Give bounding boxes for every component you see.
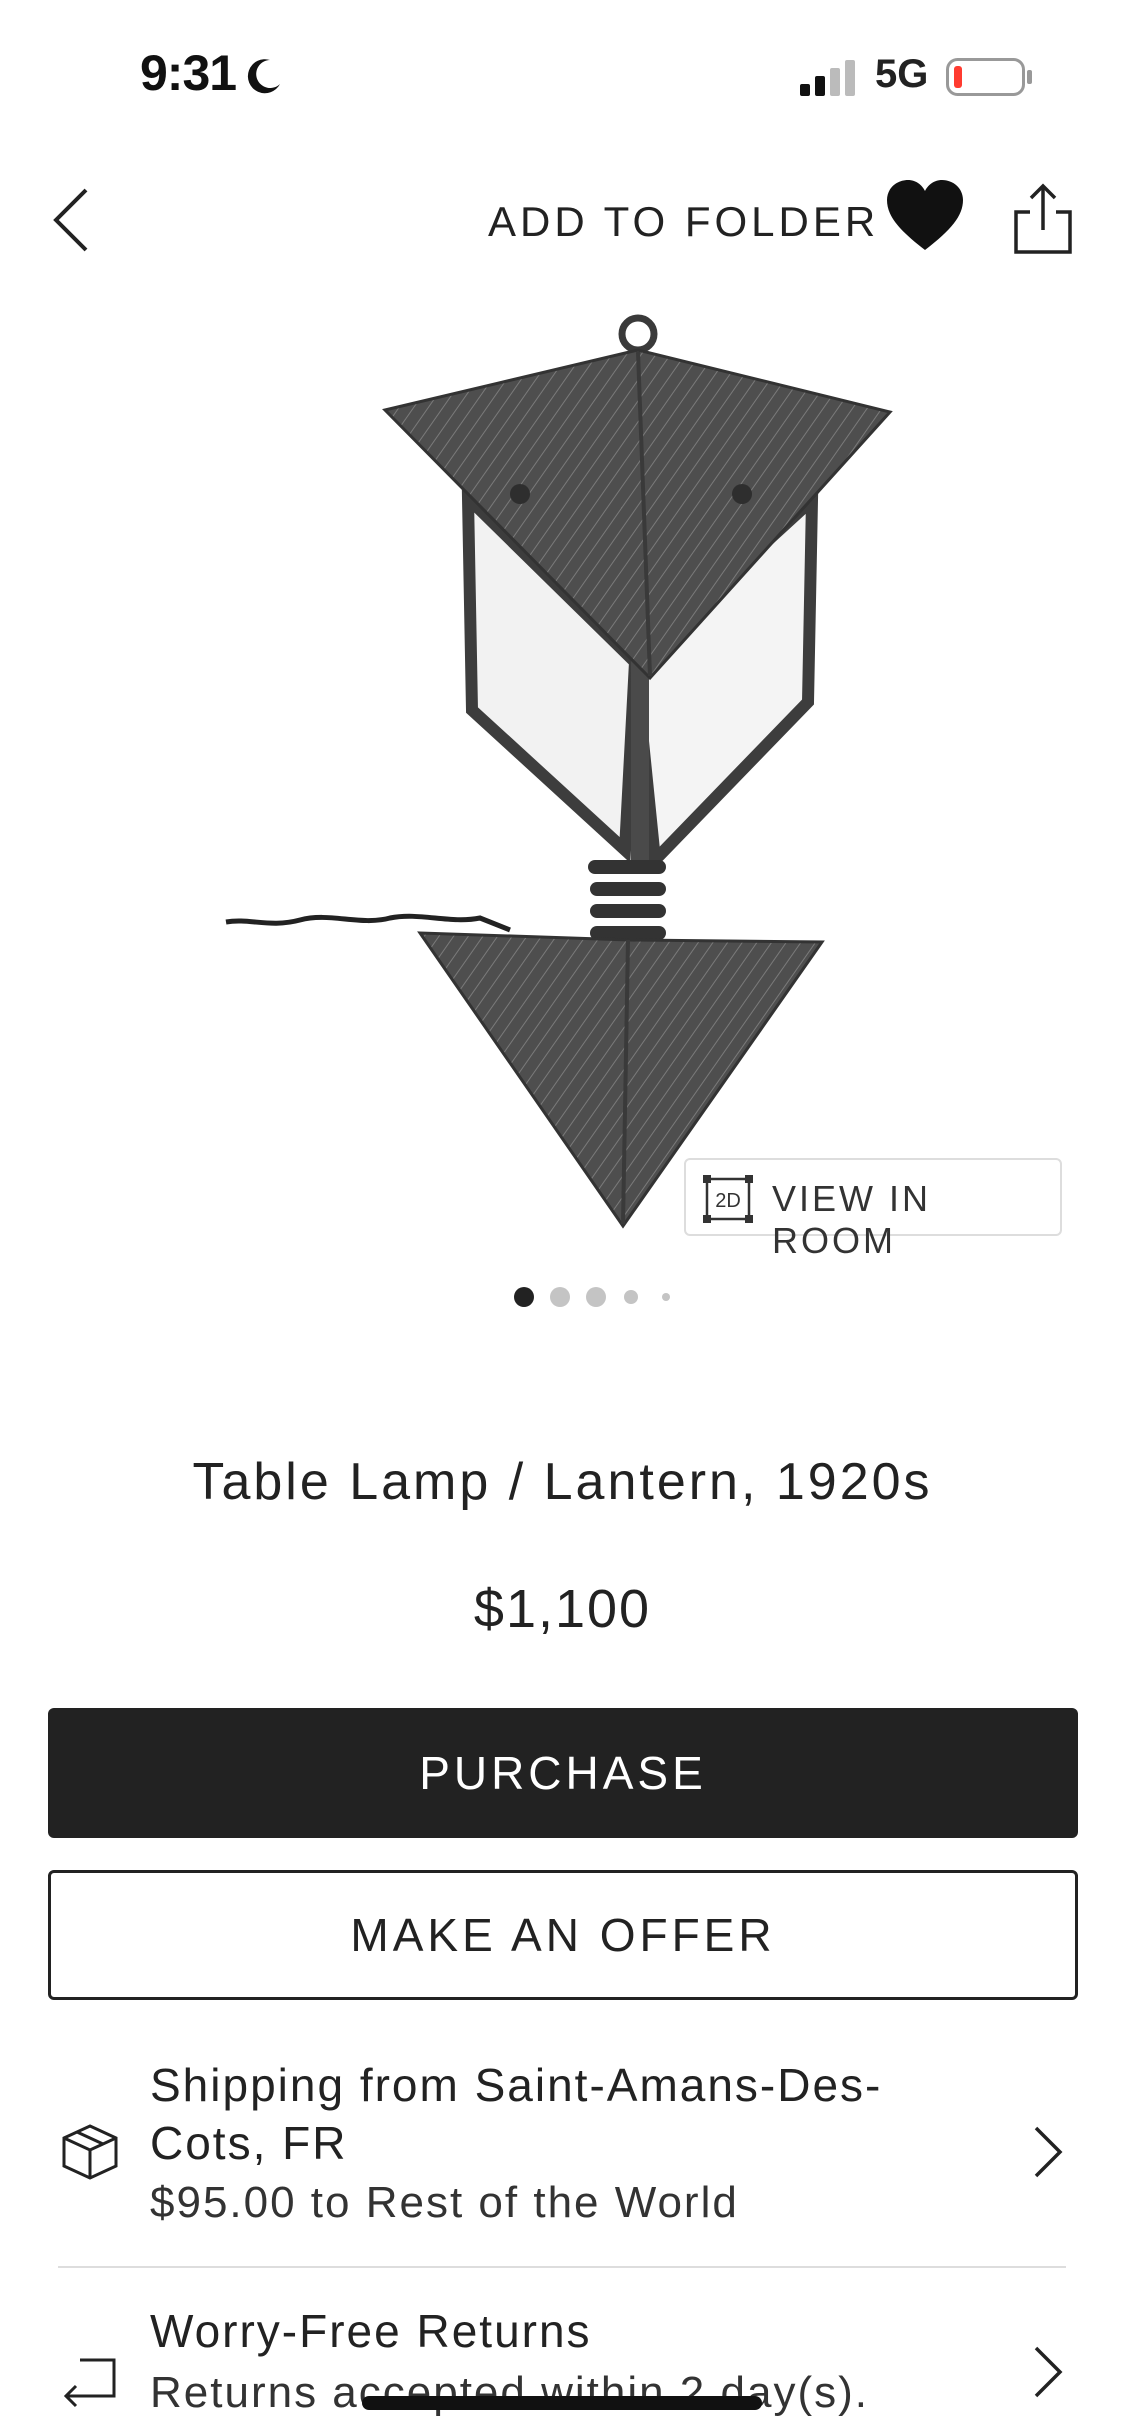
purchase-button[interactable]: PURCHASE [48,1708,1078,1838]
share-icon [1014,183,1072,254]
share-button[interactable] [1012,182,1074,256]
carousel-dot[interactable] [514,1287,534,1307]
make-offer-button[interactable]: MAKE AN OFFER [48,1870,1078,2000]
favorite-button[interactable] [885,178,965,258]
home-indicator[interactable] [362,2396,762,2410]
chevron-right-icon [1034,2126,1063,2178]
view-in-room-badge: 2D [715,1190,741,1212]
divider [58,2266,1066,2268]
returns-title: Worry-Free Returns [150,2305,592,2357]
chevron-left-icon [53,188,88,252]
add-to-folder-button[interactable]: ADD TO FOLDER [488,198,879,246]
returns-detail: Returns accepted within 2 day(s). [150,2368,869,2417]
view-in-room-button[interactable]: 2D VIEW IN ROOM [684,1158,1062,1261]
signal-icon [800,60,855,96]
returns-row[interactable]: Worry-Free Returns Returns accepted with… [0,2300,1125,2436]
product-title: Table Lamp / Lantern, 1920s [192,1453,933,1511]
return-arrow-icon [63,2358,116,2408]
back-button[interactable] [40,180,110,260]
battery-icon [946,58,1032,96]
shipping-cost: $95.00 to Rest of the World [150,2178,739,2227]
carousel-dot[interactable] [586,1287,606,1307]
chevron-right-icon [1034,2346,1063,2398]
product-price: $1,100 [473,1579,652,1639]
carousel-dot[interactable] [624,1290,638,1304]
network-label: 5G [875,52,929,96]
view-in-room-label: VIEW IN ROOM [772,1178,932,1261]
status-time: 9:31 [140,45,237,101]
carousel-dot[interactable] [662,1293,670,1301]
shipping-title-line1: Shipping from Saint-Amans-Des- [150,2059,883,2111]
shipping-title-line2: Cots, FR [150,2117,348,2169]
shipping-row[interactable]: Shipping from Saint-Amans-Des- Cots, FR … [0,2040,1125,2260]
carousel-dot[interactable] [550,1287,570,1307]
moon-icon [247,59,280,94]
package-icon [62,2124,118,2180]
heart-icon [887,180,963,250]
carousel-indicator[interactable] [510,1282,680,1312]
view-in-room-2d-icon: 2D [703,1175,753,1223]
product-image[interactable] [210,300,910,1250]
